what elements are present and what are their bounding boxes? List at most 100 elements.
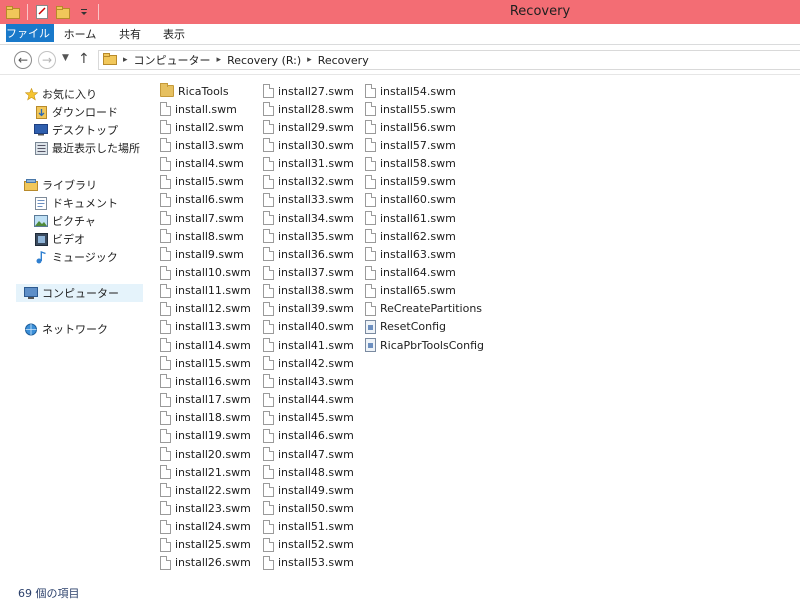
file-item[interactable]: install60.swm <box>365 191 456 209</box>
file-item[interactable]: install44.swm <box>263 391 354 409</box>
file-item[interactable]: install49.swm <box>263 481 354 499</box>
file-item[interactable]: install65.swm <box>365 282 456 300</box>
file-item[interactable]: install35.swm <box>263 227 354 245</box>
file-item[interactable]: install12.swm <box>160 300 251 318</box>
file-icon <box>263 537 274 552</box>
file-item[interactable]: install24.swm <box>160 518 251 536</box>
file-item[interactable]: install36.swm <box>263 245 354 263</box>
file-item[interactable]: install48.swm <box>263 463 354 481</box>
file-name: install2.swm <box>175 120 244 134</box>
file-item[interactable]: install64.swm <box>365 264 456 282</box>
file-item[interactable]: install14.swm <box>160 336 251 354</box>
file-item[interactable]: install20.swm <box>160 445 251 463</box>
sidebar-item-downloads[interactable]: ダウンロード <box>34 103 118 121</box>
file-item[interactable]: install2.swm <box>160 118 244 136</box>
file-item[interactable]: install55.swm <box>365 100 456 118</box>
file-item[interactable]: install25.swm <box>160 536 251 554</box>
file-item[interactable]: install40.swm <box>263 318 354 336</box>
file-item[interactable]: install52.swm <box>263 536 354 554</box>
file-item[interactable]: ResetConfig <box>365 318 446 336</box>
file-item[interactable]: install45.swm <box>263 409 354 427</box>
file-item[interactable]: RicaTools <box>160 82 229 100</box>
file-item[interactable]: install30.swm <box>263 136 354 154</box>
file-item[interactable]: install32.swm <box>263 173 354 191</box>
back-button[interactable]: ← <box>14 51 32 69</box>
file-item[interactable]: install56.swm <box>365 118 456 136</box>
file-item[interactable]: ReCreatePartitions <box>365 300 482 318</box>
tab-view[interactable]: 表示 <box>152 24 196 45</box>
file-item[interactable]: install7.swm <box>160 209 244 227</box>
sidebar-item-recent-places[interactable]: 最近表示した場所 <box>34 139 140 157</box>
file-item[interactable]: install6.swm <box>160 191 244 209</box>
file-item[interactable]: install8.swm <box>160 227 244 245</box>
up-button[interactable]: ↑ <box>78 51 90 67</box>
sidebar-item-videos[interactable]: ビデオ <box>34 230 85 248</box>
file-item[interactable]: install27.swm <box>263 82 354 100</box>
sidebar-item-computer[interactable]: コンピューター <box>16 284 143 302</box>
file-item[interactable]: install.swm <box>160 100 237 118</box>
file-item[interactable]: install21.swm <box>160 463 251 481</box>
file-item[interactable]: install5.swm <box>160 173 244 191</box>
file-item[interactable]: install28.swm <box>263 100 354 118</box>
file-item[interactable]: install46.swm <box>263 427 354 445</box>
file-item[interactable]: install23.swm <box>160 499 251 517</box>
file-item[interactable]: install4.swm <box>160 155 244 173</box>
file-icon <box>160 428 171 443</box>
file-item[interactable]: install62.swm <box>365 227 456 245</box>
file-item[interactable]: install31.swm <box>263 155 354 173</box>
tab-file[interactable]: ファイル <box>6 24 54 42</box>
file-item[interactable]: install11.swm <box>160 282 251 300</box>
file-item[interactable]: install22.swm <box>160 481 251 499</box>
file-item[interactable]: install51.swm <box>263 518 354 536</box>
file-item[interactable]: install42.swm <box>263 354 354 372</box>
file-item[interactable]: install50.swm <box>263 499 354 517</box>
address-bar[interactable]: ▸ コンピューター ▸ Recovery (R:) ▸ Recovery <box>98 50 800 70</box>
file-icon <box>263 301 274 316</box>
breadcrumb-drive[interactable]: Recovery (R:) <box>227 54 301 67</box>
file-item[interactable]: RicaPbrToolsConfig <box>365 336 484 354</box>
file-item[interactable]: install17.swm <box>160 391 251 409</box>
file-item[interactable]: install13.swm <box>160 318 251 336</box>
sidebar-item-desktop[interactable]: デスクトップ <box>34 121 118 139</box>
breadcrumb-folder[interactable]: Recovery <box>318 54 369 67</box>
file-item[interactable]: install61.swm <box>365 209 456 227</box>
file-item[interactable]: install33.swm <box>263 191 354 209</box>
tab-home[interactable]: ホーム <box>58 24 102 45</box>
file-item[interactable]: install26.swm <box>160 554 251 572</box>
file-item[interactable]: install38.swm <box>263 282 354 300</box>
sidebar-item-documents[interactable]: ドキュメント <box>34 194 118 212</box>
file-name: install32.swm <box>278 175 354 189</box>
recent-locations-button[interactable]: ▼ <box>62 53 69 63</box>
file-item[interactable]: install41.swm <box>263 336 354 354</box>
file-item[interactable]: install16.swm <box>160 372 251 390</box>
file-item[interactable]: install39.swm <box>263 300 354 318</box>
chevron-right-icon[interactable]: ▸ <box>123 55 128 65</box>
file-item[interactable]: install10.swm <box>160 264 251 282</box>
file-item[interactable]: install15.swm <box>160 354 251 372</box>
file-item[interactable]: install59.swm <box>365 173 456 191</box>
chevron-right-icon[interactable]: ▸ <box>307 55 312 65</box>
sidebar-item-pictures[interactable]: ピクチャ <box>34 212 96 230</box>
file-item[interactable]: install29.swm <box>263 118 354 136</box>
file-item[interactable]: install57.swm <box>365 136 456 154</box>
tab-share[interactable]: 共有 <box>108 24 152 45</box>
file-item[interactable]: install3.swm <box>160 136 244 154</box>
file-item[interactable]: install47.swm <box>263 445 354 463</box>
file-item[interactable]: install19.swm <box>160 427 251 445</box>
file-item[interactable]: install43.swm <box>263 372 354 390</box>
file-item[interactable]: install53.swm <box>263 554 354 572</box>
file-item[interactable]: install58.swm <box>365 155 456 173</box>
file-item[interactable]: install54.swm <box>365 82 456 100</box>
file-item[interactable]: install34.swm <box>263 209 354 227</box>
sidebar-item-libraries[interactable]: ライブラリ <box>24 176 97 194</box>
sidebar-item-favorites[interactable]: お気に入り <box>24 85 97 103</box>
sidebar-item-network[interactable]: ネットワーク <box>24 320 108 338</box>
forward-button[interactable]: → <box>38 51 56 69</box>
file-item[interactable]: install9.swm <box>160 245 244 263</box>
chevron-right-icon[interactable]: ▸ <box>217 55 222 65</box>
file-item[interactable]: install18.swm <box>160 409 251 427</box>
sidebar-item-music[interactable]: ミュージック <box>34 248 118 266</box>
file-item[interactable]: install37.swm <box>263 264 354 282</box>
file-item[interactable]: install63.swm <box>365 245 456 263</box>
breadcrumb-computer[interactable]: コンピューター <box>134 52 211 68</box>
